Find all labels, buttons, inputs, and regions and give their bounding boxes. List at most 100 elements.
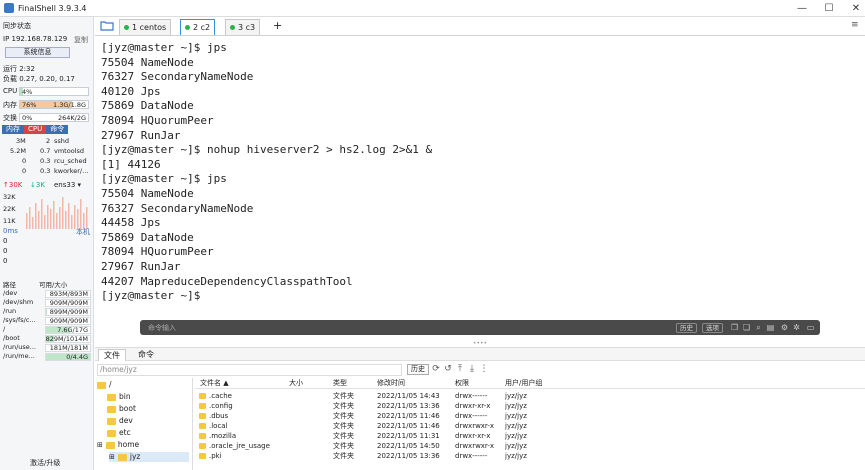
expand-icon[interactable]: ⊞	[109, 452, 115, 462]
file-type: 文件夹	[333, 432, 354, 440]
sync-status: 同步状态	[3, 22, 31, 30]
folder-icon	[107, 393, 116, 401]
download-icon[interactable]: ⤓	[467, 364, 477, 374]
folder-icon	[199, 453, 206, 459]
settings-gear-icon[interactable]: ⚙	[780, 323, 789, 332]
file-list: 文件名 ▲ 大小 类型 修改时间 权限 用户/用户组 .cache 文件夹 2022…	[195, 378, 865, 470]
col-name[interactable]: 文件名 ▲	[200, 378, 229, 389]
file-row[interactable]: .config 文件夹 2022/11/05 13:36 drwxr-xr-x jyz/…	[195, 401, 865, 411]
history-button[interactable]: 历史	[676, 323, 697, 333]
swap-usage-detail: 264K/2G	[57, 114, 86, 122]
ping-host[interactable]: 本机	[76, 227, 90, 237]
col-mtime[interactable]: 修改时间	[377, 378, 405, 389]
file-row[interactable]: .mozilla 文件夹 2022/11/05 11:31 drwxr-xr-x jyz…	[195, 431, 865, 441]
activate-upgrade-link[interactable]: 激活/升级	[30, 458, 60, 468]
disk-row: /7.6G/17G	[3, 325, 91, 334]
sync-icon[interactable]: ↺	[443, 364, 453, 374]
clear-icon[interactable]: ▤	[766, 323, 775, 332]
tab-centos[interactable]: 1 centos	[119, 19, 172, 35]
process-row[interactable]: 0 0.3 kworker/...	[2, 167, 92, 176]
col-owner[interactable]: 用户/用户组	[505, 378, 542, 389]
add-tab-icon[interactable]: +	[273, 19, 282, 32]
net-tick-label: 32K	[3, 193, 16, 201]
tab-files[interactable]: 文件	[98, 349, 126, 361]
file-row[interactable]: .dbus 文件夹 2022/11/05 11:46 drwx------ jyz/jy…	[195, 411, 865, 421]
system-info-button[interactable]: 系统信息	[5, 47, 70, 58]
folder-icon	[107, 417, 116, 425]
tree-item-bin[interactable]: bin	[107, 392, 131, 402]
col-perm[interactable]: 权限	[455, 378, 469, 389]
load-average: 负载 0.27, 0.20, 0.17	[3, 75, 75, 83]
terminal-line: 75504 NameNode	[101, 55, 194, 69]
connected-dot-icon	[230, 25, 235, 30]
tree-item-boot[interactable]: boot	[107, 404, 136, 414]
minimize-icon[interactable]: —	[788, 0, 816, 17]
col-size[interactable]: 大小	[289, 378, 303, 389]
paste-icon[interactable]: ❏	[742, 323, 751, 332]
file-owner: jyz/jyz	[505, 402, 527, 410]
fullscreen-icon[interactable]: ▭	[806, 323, 815, 332]
net-interface-select[interactable]: ens33 ▾	[54, 181, 81, 189]
file-mtime: 2022/11/05 14:50	[377, 442, 440, 450]
file-row[interactable]: .oracle_jre_usage 文件夹 2022/11/05 14:50 drwx…	[195, 441, 865, 451]
file-mtime: 2022/11/05 13:36	[377, 452, 440, 460]
tree-item-home[interactable]: ⊞ home	[97, 440, 139, 450]
process-row[interactable]: 3M 2 sshd	[2, 137, 92, 146]
search-icon[interactable]: ⌕	[754, 323, 763, 332]
file-perm: drwx------	[455, 412, 488, 420]
file-row[interactable]: .pki 文件夹 2022/11/05 13:36 drwx------ jyz/jyz	[195, 451, 865, 461]
terminal-line: 76327 SecondaryNameNode	[101, 70, 254, 84]
proc-tab-cpu[interactable]: CPU	[24, 125, 47, 134]
tree-item-etc[interactable]: etc	[107, 428, 131, 438]
close-icon[interactable]: ✕	[842, 0, 865, 17]
path-input[interactable]: /home/jyz	[97, 364, 402, 376]
process-row[interactable]: 0 0.3 rcu_sched	[2, 157, 92, 166]
process-row[interactable]: 5.2M 0.7 vmtoolsd	[2, 147, 92, 156]
refresh-icon[interactable]: ⟳	[431, 364, 441, 374]
title-bar: FinalShell 3.9.3.4 — ☐ ✕	[0, 0, 865, 17]
tab-menu-icon[interactable]: ≡	[851, 20, 859, 30]
file-row[interactable]: .cache 文件夹 2022/11/05 14:43 drwx------ jyz/j…	[195, 391, 865, 401]
copy-icon[interactable]: ❐	[730, 323, 739, 332]
disk-row: /dev/shm 909M/909M	[3, 298, 91, 307]
mem-usage-bar: 76% 1.3G/1.8G	[19, 100, 89, 109]
terminal-output[interactable]: [jyz@master ~]$ jps 75504 NameNode 76327 S…	[95, 37, 865, 337]
folder-icon	[199, 423, 206, 429]
file-row[interactable]: .local 文件夹 2022/11/05 11:46 drwxrwxr-x jyz/j…	[195, 421, 865, 431]
proc-tab-cmd[interactable]: 命令	[46, 125, 69, 134]
upload-icon[interactable]: ⤒	[455, 364, 465, 374]
tree-item-dev[interactable]: dev	[107, 416, 133, 426]
settings-alt-icon[interactable]: ✲	[792, 323, 801, 332]
disk-row: /run 899M/909M	[3, 307, 91, 316]
folder-open-icon[interactable]	[100, 20, 114, 31]
tab-c3[interactable]: 3 c3	[225, 19, 261, 35]
tree-item-jyz[interactable]: ⊞ jyz	[109, 452, 189, 462]
tab-c2[interactable]: 2 c2	[180, 19, 216, 35]
copy-ip-link[interactable]: 复制	[74, 35, 88, 45]
more-icon[interactable]: ⋮	[479, 364, 489, 374]
directory-tree: / bin boot dev etc ⊞ home ⊞ jyz	[95, 378, 193, 470]
expand-icon[interactable]: ⊞	[97, 440, 103, 450]
net-tick-label: 11K	[3, 217, 16, 225]
file-owner: jyz/jyz	[505, 412, 527, 420]
file-mtime: 2022/11/05 11:46	[377, 412, 440, 420]
path-history-button[interactable]: 历史	[407, 364, 429, 375]
file-perm: drwx------	[455, 392, 488, 400]
net-upload: ↑30K	[3, 181, 23, 189]
options-button[interactable]: 选项	[702, 323, 723, 333]
tab-commands[interactable]: 命令	[133, 349, 159, 361]
file-mtime: 2022/11/05 14:43	[377, 392, 440, 400]
swap-label: 交换	[3, 114, 17, 122]
terminal-line: 76327 SecondaryNameNode	[101, 201, 254, 215]
file-perm: drwxr-xr-x	[455, 402, 491, 410]
maximize-icon[interactable]: ☐	[815, 0, 843, 17]
tree-item-root[interactable]: /	[97, 380, 112, 390]
file-perm: drwx------	[455, 452, 488, 460]
folder-icon	[107, 405, 116, 413]
mem-usage-detail: 1.3G/1.8G	[53, 101, 86, 109]
proc-tab-mem[interactable]: 内存	[2, 125, 24, 134]
swap-usage-bar: 0% 264K/2G	[19, 113, 89, 122]
command-input-bar[interactable]: 命令输入 历史 选项 ❐ ❏ ⌕ ▤ ⚙ ✲ ▭	[140, 320, 820, 335]
net-download: ↓3K	[30, 181, 45, 189]
col-type[interactable]: 类型	[333, 378, 347, 389]
